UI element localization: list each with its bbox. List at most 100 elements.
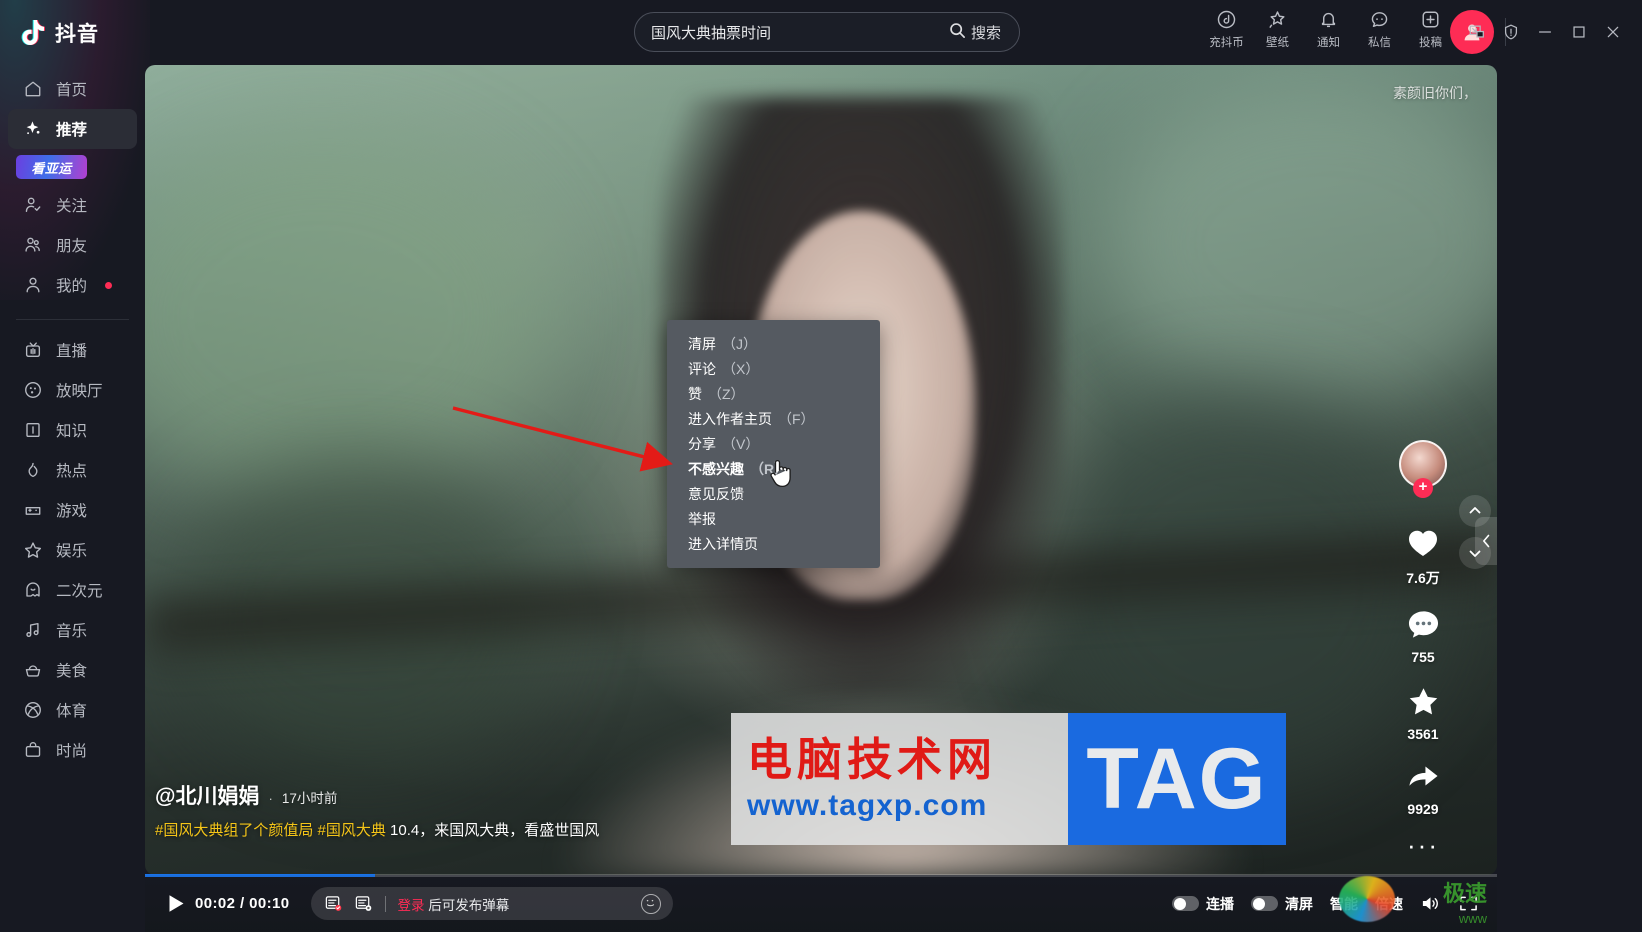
- sidebar-item-label: 美食: [56, 663, 88, 680]
- sidebar-item-knowledge[interactable]: 知识: [8, 410, 137, 450]
- context-menu-item-shortcut: （J）: [722, 335, 757, 352]
- danmaku-placeholder[interactable]: 登录 后可发布弹幕: [397, 894, 632, 914]
- context-menu-item-not-interested[interactable]: 不感兴趣 （R）: [667, 456, 880, 481]
- context-menu-item-author-profile[interactable]: 进入作者主页 （F）: [667, 406, 880, 431]
- sidebar-item-following[interactable]: 关注: [8, 185, 137, 225]
- play-button[interactable]: [163, 891, 189, 917]
- video-description-text: 10.4，来国风大典，看盛世国风: [390, 822, 600, 839]
- sidebar-item-label: 热点: [56, 463, 88, 480]
- fullscreen-icon[interactable]: [1458, 894, 1479, 913]
- wallpaper-star-icon: [1267, 8, 1288, 30]
- maximize-icon[interactable]: [1562, 16, 1596, 48]
- sidebar-item-fashion[interactable]: 时尚: [8, 730, 137, 770]
- context-menu-item-share[interactable]: 分享 （V）: [667, 431, 880, 456]
- sidebar-item-anime[interactable]: 二次元: [8, 570, 137, 610]
- user-icon: [22, 275, 43, 296]
- sidebar-item-label: 游戏: [56, 503, 88, 520]
- header-item-label: 通知: [1317, 37, 1340, 49]
- search-button[interactable]: 搜索: [936, 13, 1019, 51]
- brand[interactable]: 抖音: [0, 18, 146, 48]
- sidebar-item-label: 朋友: [56, 238, 88, 255]
- sidebar-item-friends[interactable]: 朋友: [8, 225, 137, 265]
- like-count: 7.6万: [1406, 570, 1440, 586]
- context-menu-item-comment[interactable]: 评论 （X）: [667, 356, 880, 381]
- author-avatar-button[interactable]: +: [1399, 440, 1447, 498]
- basketball-icon: [22, 700, 43, 721]
- collect-button[interactable]: 3561: [1407, 686, 1439, 742]
- context-menu-item-label: 不感兴趣: [688, 460, 744, 477]
- sidebar-item-label: 放映厅: [56, 383, 103, 400]
- quality-button[interactable]: 智能: [1330, 894, 1358, 914]
- video-hashtags[interactable]: #国风大典组了个颜值局 #国风大典: [155, 822, 386, 839]
- picture-in-picture-icon[interactable]: [1460, 16, 1494, 48]
- sidebar-item-hot[interactable]: 热点: [8, 450, 137, 490]
- header-item-wallpaper[interactable]: 壁纸: [1252, 8, 1303, 50]
- sidebar-item-entertainment[interactable]: 娱乐: [8, 530, 137, 570]
- previous-video-button[interactable]: [1459, 495, 1491, 527]
- header-item-coin[interactable]: 充抖币: [1201, 8, 1252, 50]
- comment-button[interactable]: 755: [1408, 609, 1439, 665]
- toggle-track: [1172, 896, 1199, 911]
- header-item-message[interactable]: 私信: [1354, 8, 1405, 50]
- sidebar-item-label: 音乐: [56, 623, 88, 640]
- sidebar-item-cinema[interactable]: 放映厅: [8, 370, 137, 410]
- sidebar-item-music[interactable]: 音乐: [8, 610, 137, 650]
- plus-box-icon: [1420, 8, 1441, 30]
- danmaku-input-box[interactable]: 登录 后可发布弹幕: [311, 887, 674, 920]
- next-video-button[interactable]: [1459, 537, 1491, 569]
- like-button[interactable]: 7.6万: [1406, 528, 1440, 588]
- close-icon[interactable]: [1596, 16, 1630, 48]
- context-menu-item-like[interactable]: 赞 （Z）: [667, 381, 880, 406]
- context-menu-item-label: 意见反馈: [688, 485, 744, 502]
- sidebar-item-game[interactable]: 游戏: [8, 490, 137, 530]
- sidebar-banner-asiangames[interactable]: 看亚运: [16, 155, 87, 179]
- header-icon-group: 充抖币 壁纸 通知 私信 投稿: [1201, 8, 1456, 50]
- sidebar-item-food[interactable]: 美食: [8, 650, 137, 690]
- time-display: 00:02 / 00:10: [195, 895, 289, 912]
- shield-info-icon[interactable]: [1494, 16, 1528, 48]
- follow-plus-icon[interactable]: +: [1413, 478, 1433, 498]
- clearscreen-toggle[interactable]: 清屏: [1251, 894, 1313, 914]
- video-context-menu[interactable]: 清屏 （J） 评论 （X） 赞 （Z） 进入作者主页 （F） 分享 （V） 不感…: [667, 320, 880, 568]
- sidebar-item-sports[interactable]: 体育: [8, 690, 137, 730]
- minimize-icon[interactable]: [1528, 16, 1562, 48]
- danmu-style-icon[interactable]: [353, 893, 374, 914]
- video-info: @北川娟娟 · 17小时前 #国风大典组了个颜值局 #国风大典 10.4，来国风…: [155, 780, 599, 840]
- context-menu-item-report[interactable]: 举报: [667, 506, 880, 531]
- sidebar-item-label: 推荐: [56, 122, 88, 139]
- watermark-tag-box: TAG: [1068, 713, 1286, 845]
- speed-button[interactable]: 倍速: [1375, 894, 1403, 914]
- autoplay-toggle[interactable]: 连播: [1172, 894, 1234, 914]
- smiley-icon[interactable]: [641, 893, 662, 914]
- share-count: 9929: [1407, 801, 1439, 817]
- more-options-button[interactable]: ···: [1407, 832, 1439, 858]
- sidebar-item-live[interactable]: 直播: [8, 330, 137, 370]
- header-item-notification[interactable]: 通知: [1303, 8, 1354, 50]
- context-menu-item-detail-page[interactable]: 进入详情页: [667, 531, 880, 556]
- search-input[interactable]: [635, 23, 936, 41]
- comment-icon: [1408, 609, 1439, 644]
- video-author-name[interactable]: @北川娟娟: [155, 780, 259, 810]
- context-menu-item-feedback[interactable]: 意见反馈: [667, 481, 880, 506]
- danmu-settings-icon[interactable]: [323, 893, 344, 914]
- sidebar-item-home[interactable]: 首页: [8, 69, 137, 109]
- context-menu-item-clearscreen[interactable]: 清屏 （J）: [667, 331, 880, 356]
- time-separator: /: [239, 895, 245, 912]
- volume-icon[interactable]: [1420, 894, 1441, 913]
- current-time: 00:02: [195, 895, 236, 912]
- food-bowl-icon: [22, 660, 43, 681]
- sidebar-item-label: 时尚: [56, 743, 88, 760]
- sidebar-item-label: 首页: [56, 82, 88, 99]
- music-note-icon: [22, 620, 43, 641]
- header-item-upload[interactable]: 投稿: [1405, 8, 1456, 50]
- login-link[interactable]: 登录: [397, 898, 424, 913]
- brand-name: 抖音: [55, 22, 99, 46]
- share-button[interactable]: 9929: [1407, 763, 1439, 817]
- unread-dot: [105, 281, 113, 289]
- watermark-url: www.tagxp.com: [747, 788, 988, 822]
- video-description: #国风大典组了个颜值局 #国风大典 10.4，来国风大典，看盛世国风: [155, 819, 599, 840]
- search-bar[interactable]: 搜索: [634, 12, 1020, 52]
- sidebar-item-mine[interactable]: 我的: [8, 265, 137, 305]
- sidebar-item-recommend[interactable]: 推荐: [8, 109, 137, 149]
- sidebar-banner-label: 看亚运: [31, 160, 72, 176]
